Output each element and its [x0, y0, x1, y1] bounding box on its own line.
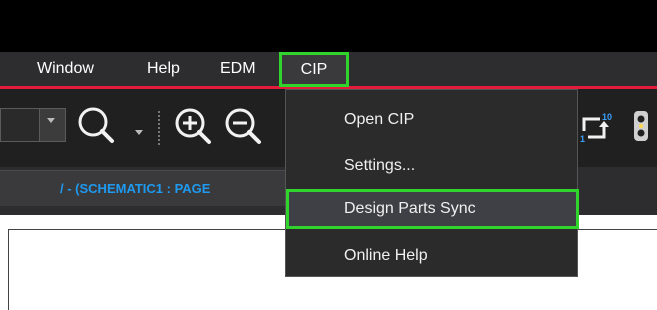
menu-item-settings[interactable]: Settings...: [286, 146, 577, 186]
menu-cip[interactable]: CIP: [279, 52, 349, 87]
menu-item-open-cip[interactable]: Open CIP: [286, 100, 577, 140]
menu-help[interactable]: Help: [147, 52, 180, 86]
tab-schematic-page[interactable]: / - (SCHEMATIC1 : PAGE: [0, 170, 300, 206]
menu-item-design-parts-sync[interactable]: Design Parts Sync: [286, 189, 579, 229]
zoom-in-icon[interactable]: [172, 105, 216, 149]
toolbar-select[interactable]: [0, 108, 66, 142]
menu-edm[interactable]: EDM: [220, 52, 256, 86]
toolbar-separator: [158, 111, 160, 145]
pin-grid-icon[interactable]: [628, 107, 657, 145]
search-icon[interactable]: [76, 105, 118, 149]
number-sequence-icon[interactable]: 10 1: [580, 109, 614, 145]
menu-window[interactable]: Window: [37, 52, 94, 86]
chevron-down-icon: [47, 118, 55, 123]
zoom-out-icon[interactable]: [222, 105, 266, 149]
title-bar: [0, 0, 657, 52]
search-dropdown-icon[interactable]: [134, 129, 144, 137]
cip-dropdown-menu: Open CIP Settings... Design Parts Sync O…: [285, 89, 579, 277]
toolbar-select-value: [1, 109, 40, 141]
svg-text:10: 10: [602, 112, 612, 122]
menu-item-online-help[interactable]: Online Help: [286, 236, 577, 276]
svg-text:1: 1: [580, 134, 585, 144]
